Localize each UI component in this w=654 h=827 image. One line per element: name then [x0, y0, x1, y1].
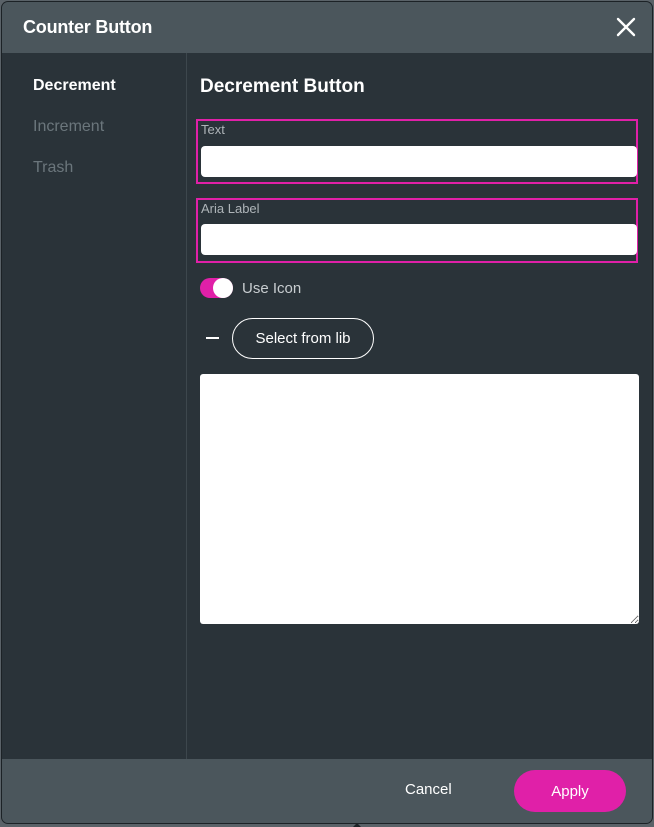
close-icon-graphic: [616, 17, 636, 37]
sidebar-item-trash[interactable]: Trash: [33, 159, 73, 177]
aria-label-field-group: Aria Label: [196, 198, 638, 263]
text-field-label: Text: [201, 122, 225, 137]
sidebar: Decrement Increment Trash: [2, 53, 187, 759]
resize-caret-icon: [353, 823, 361, 827]
aria-label-field-label: Aria Label: [201, 201, 260, 216]
settings-panel: Decrement Button Text Aria Label Use Ico…: [187, 53, 652, 759]
use-icon-label: Use Icon: [242, 280, 302, 297]
minus-icon: [206, 337, 219, 339]
toggle-knob: [213, 278, 233, 298]
counter-button-dialog: Counter Button Decrement Increment Trash…: [2, 2, 652, 823]
select-from-lib-button[interactable]: Select from lib: [232, 318, 374, 359]
dialog-header: Counter Button: [2, 2, 652, 53]
text-input[interactable]: [201, 146, 637, 177]
icon-code-textarea[interactable]: [200, 374, 639, 624]
close-icon[interactable]: [614, 15, 638, 39]
dialog-title: Counter Button: [23, 17, 153, 37]
text-field-group: Text: [196, 119, 638, 184]
aria-label-input[interactable]: [201, 224, 637, 255]
panel-title: Decrement Button: [200, 76, 365, 97]
apply-button[interactable]: Apply: [514, 770, 626, 812]
sidebar-item-increment[interactable]: Increment: [33, 118, 104, 136]
sidebar-item-decrement[interactable]: Decrement: [33, 77, 116, 95]
dialog-footer: Cancel Apply: [2, 759, 652, 823]
cancel-button[interactable]: Cancel: [405, 781, 452, 798]
use-icon-toggle[interactable]: [200, 278, 233, 298]
